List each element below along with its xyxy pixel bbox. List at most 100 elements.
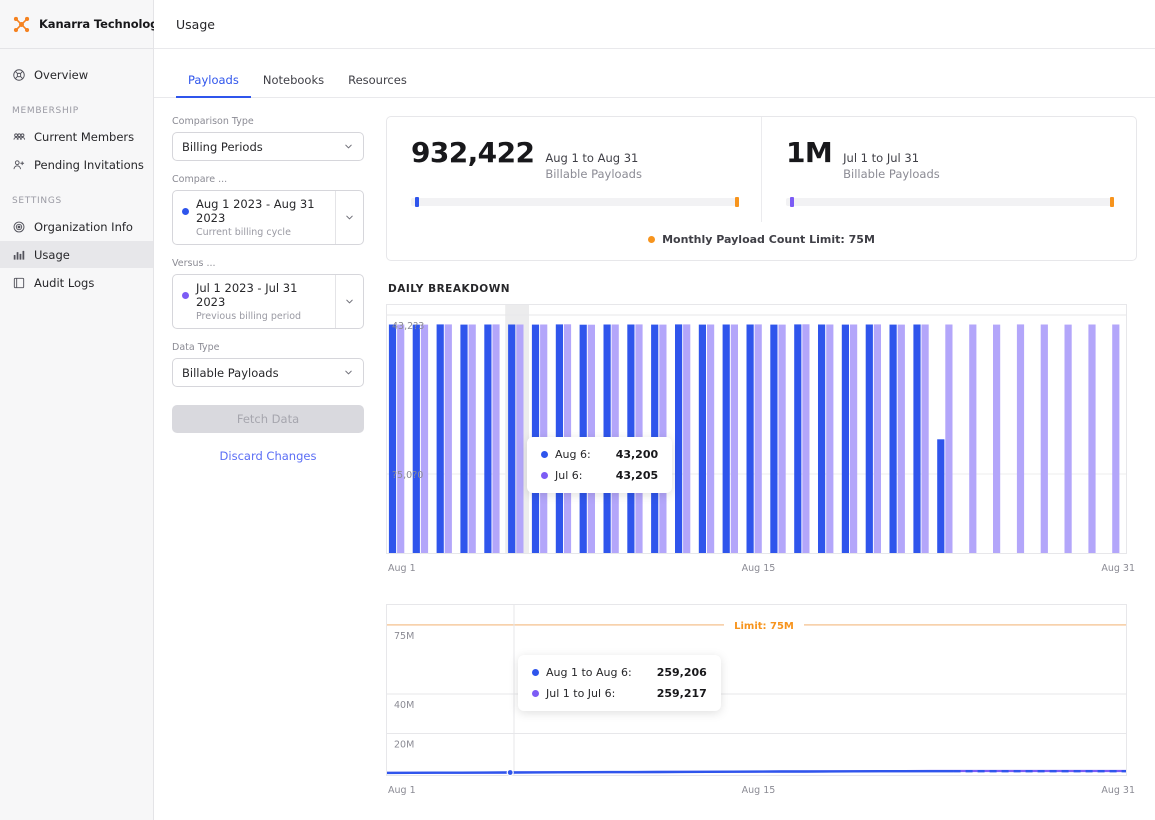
versus-select[interactable]: Jul 1 2023 - Jul 31 2023 Previous billin… <box>172 274 364 329</box>
cumulative-x-axis: Aug 1 Aug 15 Aug 31 <box>386 785 1137 796</box>
comparison-type-select[interactable]: Billing Periods <box>172 132 364 161</box>
current-range-label: Aug 1 to Aug 31 <box>545 151 639 165</box>
daily-breakdown-tooltip: Aug 6: 43,200 Jul 6: 43,205 <box>527 437 673 494</box>
x-tick: Aug 15 <box>741 785 776 797</box>
tooltip-series-dot <box>532 669 539 677</box>
sidebar-item-label: Usage <box>34 247 70 262</box>
cumulative-usage-chart[interactable]: 75M 40M 20M Limit: 75M Aug 1 to Aug 6: 259,… <box>386 604 1137 796</box>
overview-icon <box>13 68 25 81</box>
sidebar-group-settings: SETTINGS <box>12 196 62 206</box>
sidebar-nav: Overview MEMBERSHIP Current Members Pend… <box>0 49 153 297</box>
current-type-label: Billable Payloads <box>545 166 642 181</box>
chevron-down-icon <box>345 370 352 375</box>
tooltip-value: 43,200 <box>615 448 659 462</box>
page-title: Usage <box>176 16 215 32</box>
daily-breakdown-title: DAILY BREAKDOWN <box>388 283 511 296</box>
versus-value: Jul 1 2023 - Jul 31 2023 <box>196 281 298 309</box>
sidebar-item-label: Current Members <box>34 129 135 144</box>
sidebar-item-current-members[interactable]: Current Members <box>0 123 153 150</box>
bar-chart-icon <box>13 250 25 260</box>
topbar: Usage <box>154 0 1155 49</box>
svg-text:Limit: 75M: Limit: 75M <box>734 621 794 632</box>
field-versus: Versus ... Jul 1 2023 - Jul 31 2023 Prev… <box>172 258 364 329</box>
comparison-type-label: Comparison Type <box>172 116 254 127</box>
tooltip-series-dot <box>541 451 548 459</box>
sidebar-item-audit-logs[interactable]: Audit Logs <box>0 269 153 296</box>
limit-legend-label: Monthly Payload Count Limit: 75M <box>662 233 875 247</box>
cumulative-usage-tooltip: Aug 1 to Aug 6: 259,206 Jul 1 to Jul 6: … <box>518 655 721 712</box>
daily-breakdown-chart[interactable]: 43,2?3 ?5,0?0 Aug 6: 43,200 Jul 6: 43,205 <box>386 304 1137 574</box>
sidebar-item-usage[interactable]: Usage <box>0 241 153 268</box>
tab-resources[interactable]: Resources <box>336 73 419 98</box>
limit-legend: Monthly Payload Count Limit: 75M <box>387 222 1136 260</box>
tooltip-label: Jul 1 to Jul 6: <box>546 687 616 701</box>
tab-payloads[interactable]: Payloads <box>176 73 251 98</box>
versus-label: Versus ... <box>172 258 216 269</box>
limit-legend-dot <box>648 236 656 244</box>
charts-panel: 932,422 Aug 1 to Aug 31 Billable Payload… <box>386 116 1137 820</box>
compare-label: Compare ... <box>172 174 228 185</box>
tooltip-value: 259,217 <box>656 687 707 701</box>
previous-total-value: 1M <box>786 136 833 169</box>
data-type-select[interactable]: Billable Payloads <box>172 358 364 387</box>
compare-value: Aug 1 2023 - Aug 31 2023 <box>196 197 315 225</box>
svg-text:20M: 20M <box>394 740 414 751</box>
summary-previous-period: 1M Jul 1 to Jul 31 Billable Payloads <box>761 117 1136 223</box>
previous-usage-meter <box>786 197 1114 208</box>
svg-text:40M: 40M <box>394 700 414 711</box>
cumulative-usage-svg: 75M 40M 20M Limit: 75M <box>386 604 1127 777</box>
sidebar-item-pending-invitations[interactable]: Pending Invitations <box>0 151 153 178</box>
tooltip-row: Jul 1 to Jul 6: 259,217 <box>532 687 707 700</box>
sidebar-item-organization-info[interactable]: Organization Info <box>0 213 153 240</box>
fetch-data-button[interactable]: Fetch Data <box>172 405 364 433</box>
compare-sublabel: Current billing cycle <box>196 227 291 238</box>
tooltip-row: Aug 1 to Aug 6: 259,206 <box>532 666 707 679</box>
tooltip-label: Aug 1 to Aug 6: <box>546 666 632 680</box>
x-tick: Aug 31 <box>1101 785 1135 797</box>
compare-color-dot <box>182 207 189 215</box>
app-root: Kanarra Technologies Overview MEMBERSHIP… <box>0 0 1155 820</box>
field-comparison-type: Comparison Type Billing Periods <box>172 116 364 161</box>
main-area: Usage Payloads Notebooks Resources Compa… <box>154 0 1155 820</box>
summary-card: 932,422 Aug 1 to Aug 31 Billable Payload… <box>386 116 1137 262</box>
content-area: Comparison Type Billing Periods Compare … <box>154 98 1155 820</box>
previous-range-label: Jul 1 to Jul 31 <box>843 151 920 165</box>
daily-breakdown-svg: 43,2?3 ?5,0?0 <box>386 304 1127 555</box>
tooltip-row: Jul 6: 43,205 <box>541 469 658 482</box>
x-tick: Aug 1 <box>388 563 416 575</box>
versus-sublabel: Previous billing period <box>196 311 302 322</box>
sidebar-item-label: Overview <box>34 67 89 82</box>
versus-dropdown-arrow[interactable] <box>335 275 363 328</box>
data-type-value: Billable Payloads <box>182 365 279 380</box>
sidebar-item-overview[interactable]: Overview <box>0 61 153 88</box>
tooltip-label: Jul 6: <box>555 469 583 483</box>
filters-panel: Comparison Type Billing Periods Compare … <box>172 116 364 820</box>
book-icon <box>13 277 25 288</box>
tooltip-row: Aug 6: 43,200 <box>541 448 658 461</box>
users-icon <box>13 132 26 140</box>
field-compare: Compare ... Aug 1 2023 - Aug 31 2023 Cur… <box>172 174 364 245</box>
comparison-type-value: Billing Periods <box>182 139 263 154</box>
current-total-value: 932,422 <box>411 136 535 169</box>
x-tick: Aug 15 <box>741 563 776 575</box>
tab-notebooks[interactable]: Notebooks <box>251 73 336 98</box>
current-usage-marker <box>414 197 419 208</box>
discard-changes-button[interactable]: Discard Changes <box>172 449 364 463</box>
tooltip-label: Aug 6: <box>555 448 591 462</box>
field-data-type: Data Type Billable Payloads <box>172 342 364 387</box>
x-tick: Aug 1 <box>388 785 416 797</box>
current-limit-marker <box>734 197 739 208</box>
compare-select[interactable]: Aug 1 2023 - Aug 31 2023 Current billing… <box>172 190 364 245</box>
brand[interactable]: Kanarra Technologies <box>0 0 177 49</box>
sidebar-group-membership: MEMBERSHIP <box>12 106 79 116</box>
sidebar: Kanarra Technologies Overview MEMBERSHIP… <box>0 0 177 820</box>
sidebar-item-label: Organization Info <box>34 219 133 234</box>
svg-text:?5,0?0: ?5,0?0 <box>392 470 423 481</box>
tooltip-series-dot <box>532 690 539 698</box>
tab-bar: Payloads Notebooks Resources <box>154 63 1155 98</box>
compare-dropdown-arrow[interactable] <box>335 191 363 244</box>
data-type-label: Data Type <box>172 342 220 353</box>
versus-color-dot <box>182 291 189 299</box>
sidebar-item-label: Audit Logs <box>34 275 95 290</box>
kanarra-node-logo-icon <box>13 16 30 32</box>
